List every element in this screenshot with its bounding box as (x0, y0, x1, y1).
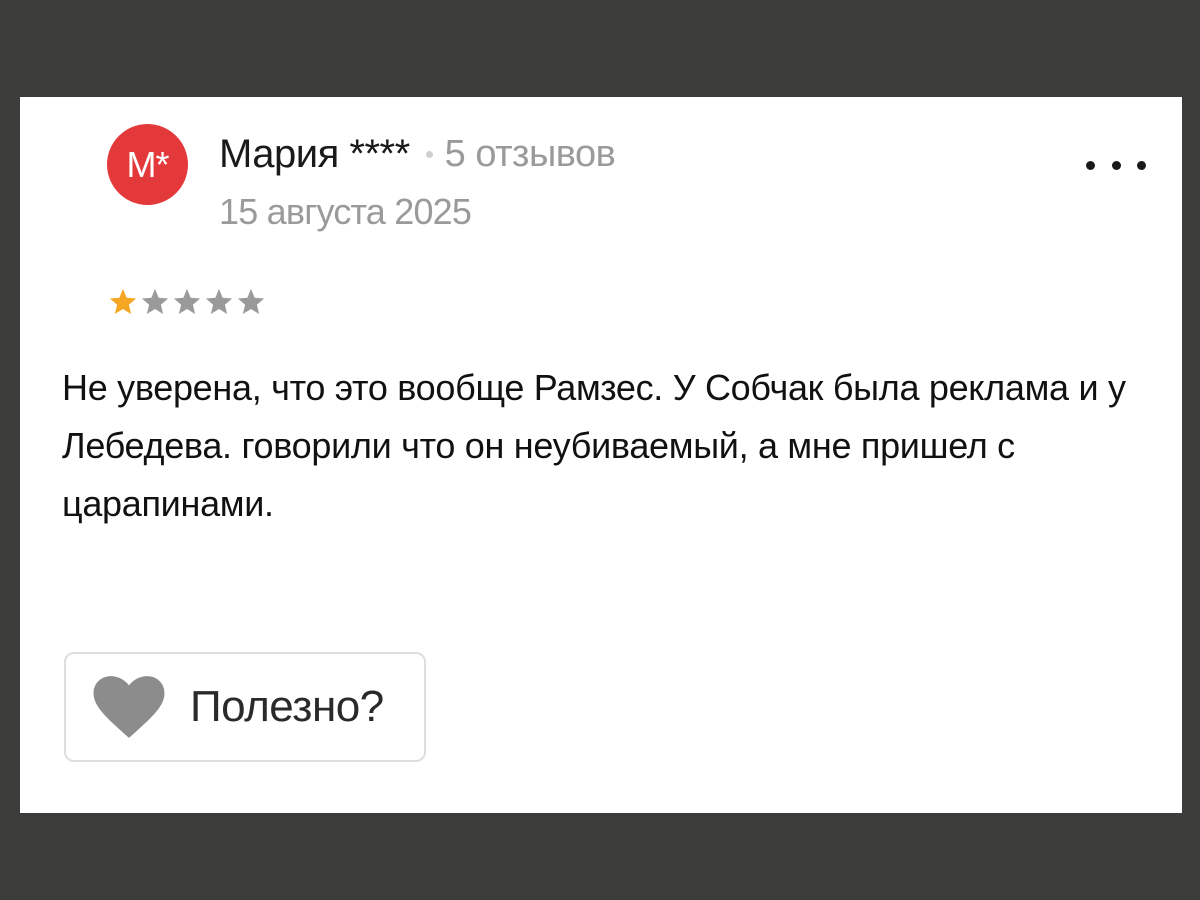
avatar[interactable]: М* (107, 124, 188, 205)
author-name[interactable]: Мария **** (219, 132, 410, 177)
review-card: М* Мария **** 5 отзывов 15 августа 2025 … (20, 97, 1182, 813)
author-line: Мария **** 5 отзывов (219, 131, 616, 177)
star-empty-icon (205, 288, 233, 314)
ellipsis-icon-dot (1137, 160, 1146, 170)
star-empty-icon (173, 288, 201, 314)
star-filled-icon (109, 288, 137, 314)
separator-dot (425, 150, 433, 158)
star-empty-icon (237, 288, 265, 314)
heart-icon (93, 676, 165, 738)
author-reviews-count[interactable]: 5 отзывов (445, 133, 616, 176)
ellipsis-icon-dot (1111, 160, 1121, 170)
star-empty-icon (141, 288, 169, 314)
more-options-button[interactable] (1086, 153, 1146, 177)
review-text: Не уверена, что это вообще Рамзес. У Соб… (62, 367, 1126, 524)
helpful-button[interactable]: Полезно? (64, 652, 426, 762)
avatar-initials: М* (126, 143, 170, 185)
star-rating (108, 287, 266, 317)
review-date: 15 августа 2025 (219, 191, 472, 232)
helpful-label: Полезно? (190, 682, 384, 731)
ellipsis-icon-dot (1086, 160, 1095, 170)
